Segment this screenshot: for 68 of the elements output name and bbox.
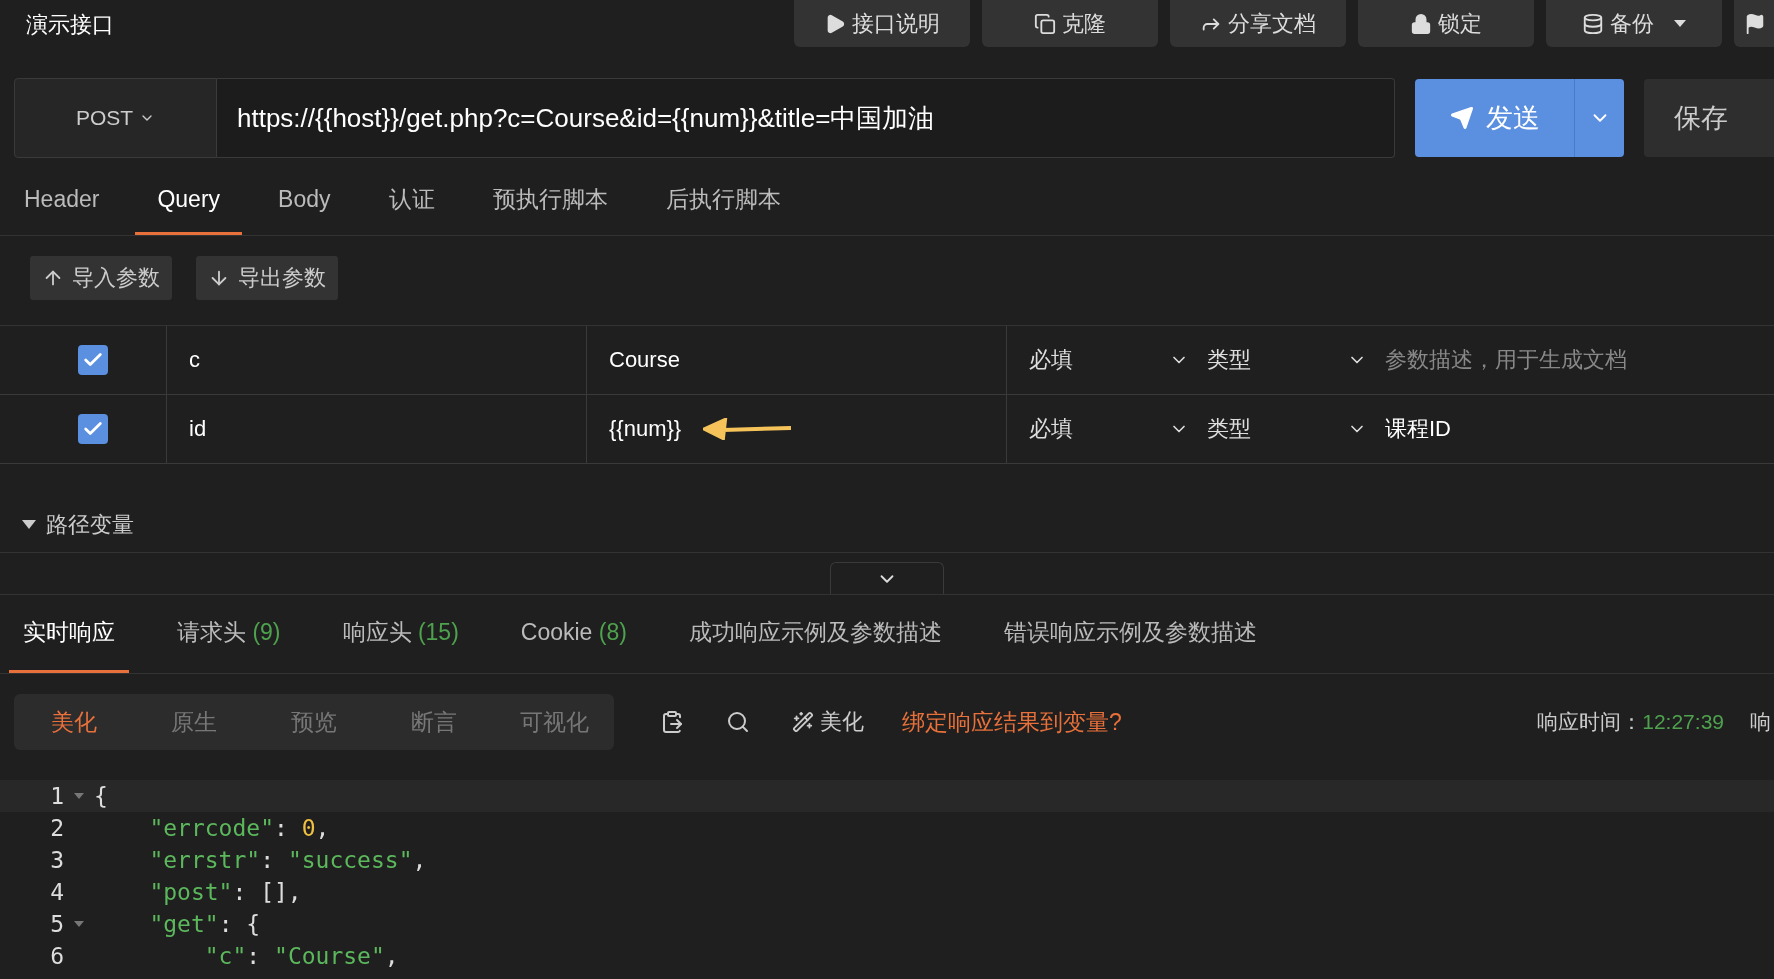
window-title: 演示接口 (26, 11, 115, 39)
method-dropdown[interactable]: POST (14, 78, 217, 158)
response-tab[interactable]: 错误响应示例及参数描述 (989, 595, 1271, 673)
request-tab[interactable]: Body (256, 172, 353, 235)
send-dropdown-button[interactable] (1574, 79, 1625, 157)
toolbar-button[interactable]: 克隆 (982, 0, 1158, 47)
toolbar-button[interactable]: 锁定 (1358, 0, 1534, 47)
param-description[interactable]: 参数描述，用于生成文档 (1385, 345, 1627, 375)
param-value: Course (609, 347, 680, 373)
line-number: 1 (49, 783, 64, 809)
beautify-button[interactable]: 美化 (786, 706, 870, 738)
required-select[interactable]: 必填 (1029, 345, 1207, 375)
response-tab[interactable]: 成功响应示例及参数描述 (674, 595, 956, 673)
type-select[interactable]: 类型 (1207, 345, 1385, 375)
caret-icon (22, 520, 36, 530)
code-line: "post": [], (148, 879, 302, 905)
response-label: 响 (1750, 709, 1772, 735)
code-line: { (94, 783, 108, 809)
copy-icon (1034, 12, 1056, 35)
param-value: {{num}} (609, 416, 682, 442)
checkbox[interactable] (78, 345, 108, 375)
toolbar-button[interactable]: 接口说明 (794, 0, 970, 47)
request-tab[interactable]: Query (135, 172, 243, 235)
param-action-button[interactable]: 导出参数 (196, 256, 338, 300)
toolbar-button[interactable]: 备份 (1546, 0, 1722, 47)
param-key: c (189, 347, 200, 373)
flag-icon (1744, 12, 1766, 35)
magic-wand-icon (792, 711, 814, 733)
line-number: 6 (49, 943, 64, 969)
param-action-button[interactable]: 导入参数 (30, 256, 172, 300)
database-icon (1582, 12, 1604, 35)
lock-icon (1410, 12, 1432, 35)
search-icon (726, 710, 750, 734)
request-tab[interactable]: 认证 (366, 172, 457, 235)
fold-icon[interactable] (74, 793, 84, 799)
line-number: 5 (49, 911, 64, 937)
required-select[interactable]: 必填 (1029, 414, 1207, 444)
line-number: 3 (49, 847, 64, 873)
clipboard-icon (660, 710, 684, 734)
response-tab[interactable]: 响应头 (15) (328, 595, 473, 673)
paper-plane-icon (1449, 106, 1474, 130)
response-tab[interactable]: Cookie (8) (506, 595, 641, 673)
response-tab[interactable]: 请求头 (9) (163, 595, 295, 673)
code-line: "c": "Course", (203, 943, 399, 969)
flag-button[interactable] (1734, 0, 1774, 47)
response-time-value: 12:27:39 (1642, 710, 1724, 734)
param-description[interactable]: 课程ID (1385, 414, 1451, 444)
caret-icon (1674, 20, 1686, 27)
request-tab[interactable]: 后执行脚本 (643, 172, 803, 235)
param-key: id (189, 416, 207, 442)
save-button[interactable]: 保存 (1644, 79, 1774, 157)
response-time-label: 响应时间： (1537, 709, 1643, 735)
path-variables-toggle[interactable]: 路径变量 (0, 498, 1774, 553)
type-select[interactable]: 类型 (1207, 414, 1385, 444)
code-line: "get": { (148, 911, 261, 937)
fold-icon[interactable] (74, 921, 84, 927)
response-tab[interactable]: 实时响应 (9, 595, 129, 673)
code-line: "errstr": "success", (148, 847, 427, 873)
toolbar-button[interactable]: 分享文档 (1170, 0, 1346, 47)
line-number: 2 (49, 815, 64, 841)
request-tab[interactable]: Header (2, 172, 122, 235)
request-tab[interactable]: 预执行脚本 (470, 172, 630, 235)
line-number: 4 (49, 879, 64, 905)
view-mode-option[interactable]: 美化 (14, 694, 134, 750)
bind-variable-link[interactable]: 绑定响应结果到变量? (902, 706, 1122, 738)
url-field[interactable]: https://{{host}}/get.php?c=Course&id={{num}}&title=中国加油 (217, 78, 1396, 158)
code-line: "errcode": 0, (148, 815, 330, 841)
checkbox[interactable] (78, 414, 108, 444)
